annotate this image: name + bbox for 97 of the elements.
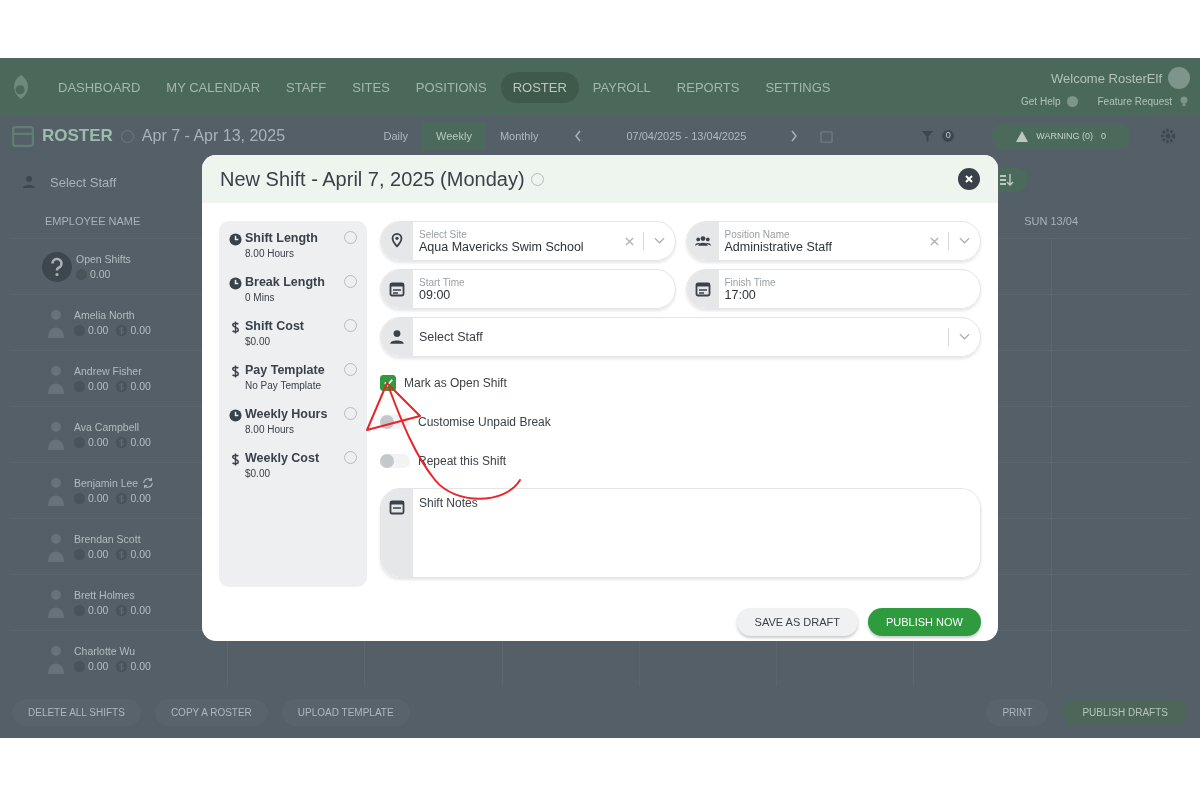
cost-value: 0.00: [130, 660, 151, 672]
clear-icon[interactable]: [624, 236, 634, 246]
feature-request-link[interactable]: Feature Request: [1097, 95, 1172, 107]
summary-value: 0 Mins: [245, 292, 276, 303]
cost-value: 0.00: [130, 604, 151, 616]
clear-icon[interactable]: [930, 236, 939, 246]
hours-value: 0.00: [88, 548, 109, 560]
sort-icon: [1000, 174, 1014, 186]
hours-value: 0.00: [88, 492, 109, 504]
hours-value: 0.00: [90, 268, 111, 280]
welcome-text: Welcome RosterElf: [1051, 70, 1162, 86]
employee-name: Andrew Fisher: [74, 365, 142, 377]
person-icon: [389, 329, 405, 345]
nav-link[interactable]: REPORTS: [664, 71, 752, 103]
employee-name: Brett Holmes: [74, 589, 135, 601]
nav-link[interactable]: PAYROLL: [580, 71, 663, 103]
swap-icon: [142, 477, 155, 489]
hours-value: 0.00: [88, 604, 109, 616]
warning-button[interactable]: WARNING (0) 0: [992, 122, 1130, 150]
view-tab[interactable]: Monthly: [485, 122, 553, 150]
summary-label: Shift Length: [245, 231, 319, 245]
close-button[interactable]: [958, 168, 980, 190]
summary-value: 8.00 Hours: [245, 248, 295, 259]
nav-link[interactable]: STAFF: [274, 71, 339, 103]
cost-value: 0.00: [130, 548, 151, 560]
close-icon: [964, 174, 974, 184]
help-icon: [1066, 95, 1078, 107]
help-link[interactable]: Get Help: [1021, 95, 1061, 107]
nav-link[interactable]: MY CALENDAR: [154, 71, 273, 103]
dollar-icon: [229, 365, 242, 378]
nav-link[interactable]: SITES: [340, 71, 402, 103]
dollar-icon: [229, 453, 242, 466]
cost-value: 0.00: [130, 324, 151, 336]
summary-value: $0.00: [245, 468, 272, 479]
employee-name: Benjamin Lee: [74, 477, 139, 489]
date-field[interactable]: 07/04/2025 - 13/04/2025: [604, 130, 769, 142]
filter-icon[interactable]: [921, 129, 935, 143]
footer-button[interactable]: COPY A ROSTER: [154, 698, 268, 726]
employee-name: Brendan Scott: [74, 533, 141, 545]
question-icon: [42, 251, 72, 282]
summary-value: 8.00 Hours: [245, 424, 295, 435]
print-button[interactable]: PRINT: [986, 698, 1049, 726]
chevron-down-icon[interactable]: [959, 237, 970, 245]
select-staff-field[interactable]: Select Staff: [48, 173, 192, 191]
save-draft-button[interactable]: SAVE AS DRAFT: [736, 608, 858, 636]
option-label: Mark as Open Shift: [404, 375, 507, 390]
cost-value: 0.00: [130, 436, 151, 448]
summary-label: Weekly Cost: [245, 451, 321, 465]
check-icon: [382, 377, 394, 388]
publish-button[interactable]: PUBLISH NOW: [868, 608, 981, 636]
profile-avatar[interactable]: [1168, 67, 1190, 89]
chevron-right-icon[interactable]: [790, 130, 799, 142]
employee-name: Ava Campbell: [74, 421, 140, 433]
nav-link[interactable]: DASHBOARD: [46, 71, 153, 103]
dialog-title: New Shift - April 7, 2025 (Monday): [220, 167, 525, 191]
chevron-left-icon[interactable]: [574, 130, 583, 142]
hours-value: 0.00: [88, 660, 109, 672]
nav-link[interactable]: ROSTER: [500, 71, 579, 103]
people-icon: [694, 233, 711, 249]
summary-label: Weekly Hours: [245, 407, 329, 421]
column-header: SUN 13/04: [1024, 215, 1078, 227]
nav-link[interactable]: SETTINGS: [753, 71, 843, 103]
footer-button[interactable]: UPLOAD TEMPLATE: [281, 698, 410, 726]
chevron-down-icon[interactable]: [653, 237, 665, 245]
summary-value: No Pay Template: [245, 380, 322, 391]
hours-value: 0.00: [88, 436, 109, 448]
chevron-down-icon[interactable]: [959, 333, 970, 341]
footer-button[interactable]: DELETE ALL SHIFTS: [12, 698, 141, 726]
view-tab[interactable]: Weekly: [422, 122, 486, 150]
publish-drafts-button[interactable]: PUBLISH DRAFTS: [1062, 698, 1188, 726]
summary-label: Pay Template: [245, 363, 326, 377]
shift-notes-field[interactable]: Shift Notes: [380, 488, 981, 578]
dollar-icon: [229, 321, 242, 334]
date-range-text: Apr 7 - Apr 13, 2025: [141, 127, 286, 145]
employee-name: Open Shifts: [76, 253, 131, 265]
page-title: ROSTER: [42, 126, 113, 146]
person-icon: [22, 175, 36, 189]
filter-count: 0: [942, 130, 955, 142]
summary-label: Break Length: [245, 275, 326, 289]
summary-label: Shift Cost: [245, 319, 306, 333]
hours-value: 0.00: [88, 380, 109, 392]
warning-icon: [1016, 130, 1029, 142]
cost-value: 0.00: [130, 492, 151, 504]
view-tab[interactable]: Daily: [369, 122, 422, 150]
toggle-switch[interactable]: [380, 453, 410, 468]
hours-value: 0.00: [88, 324, 109, 336]
lightbulb-icon: [1178, 95, 1190, 107]
cost-value: 0.00: [130, 380, 151, 392]
nav-link[interactable]: POSITIONS: [403, 71, 499, 103]
location-pin-icon: [389, 233, 405, 249]
employee-name: Amelia North: [74, 309, 135, 321]
option-label: Customise Unpaid Break: [418, 414, 551, 429]
notes-icon: [389, 499, 405, 515]
employee-name: Charlotte Wu: [74, 645, 136, 657]
summary-value: $0.00: [245, 336, 272, 347]
settings-icon[interactable]: [1160, 128, 1176, 144]
column-header: EMPLOYEE NAME: [44, 215, 141, 227]
